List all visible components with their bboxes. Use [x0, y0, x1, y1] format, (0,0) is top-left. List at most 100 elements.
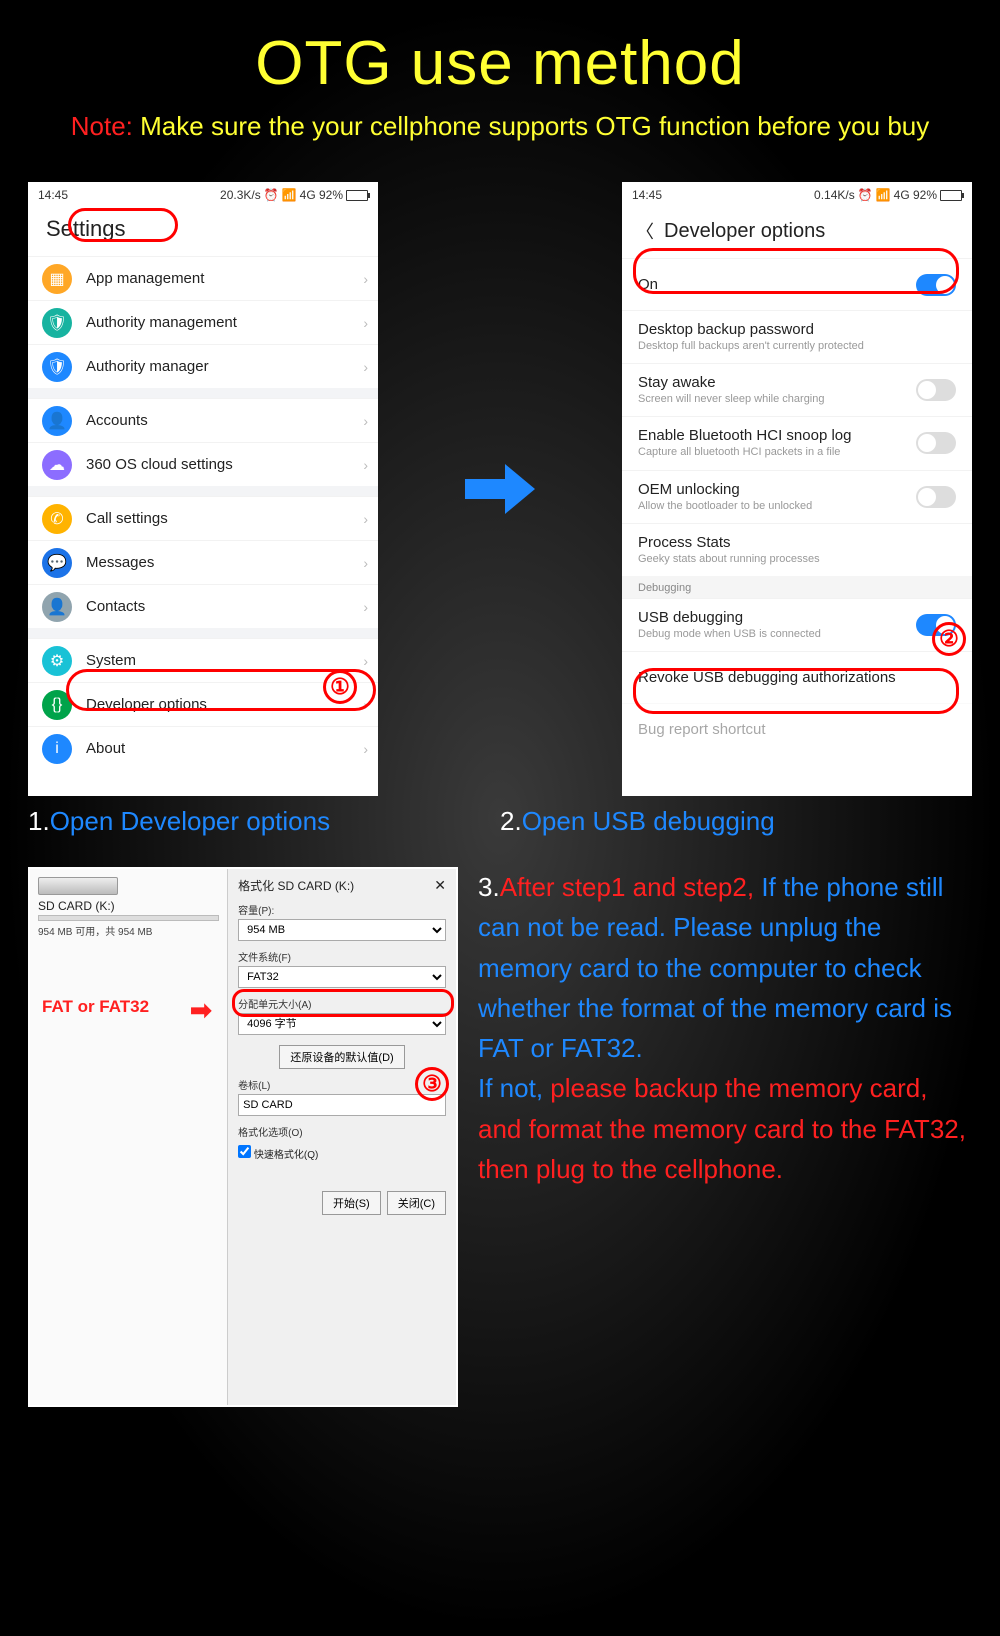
note-label: Note:: [71, 111, 133, 141]
net-badge: 4G 92%: [894, 188, 937, 202]
chevron-icon: ›: [363, 555, 368, 571]
row-label: System: [86, 652, 363, 669]
list-item[interactable]: 🛡 Authority management›: [28, 300, 378, 344]
dialog-title: 格式化 SD CARD (K:): [238, 877, 446, 894]
list-item[interactable]: 👤 Contacts›: [28, 584, 378, 628]
battery-icon: [346, 190, 368, 201]
row-icon: 👤: [42, 592, 72, 622]
au-select[interactable]: 4096 字节: [238, 1013, 446, 1035]
status-bar: 14:45 20.3K/s ⏰ 📶 4G 92%: [28, 182, 378, 208]
list-item[interactable]: ☁360 OS cloud settings›: [28, 442, 378, 486]
dev-label: Stay awake: [638, 374, 916, 391]
net-speed: 0.14K/s: [814, 188, 855, 202]
list-item[interactable]: 💬Messages›: [28, 540, 378, 584]
list-item[interactable]: iAbout›: [28, 726, 378, 770]
chevron-icon: ›: [363, 271, 368, 287]
opts-label: 格式化选项(O): [238, 1124, 446, 1139]
capacity-select[interactable]: 954 MB: [238, 919, 446, 941]
row-icon: ⚙: [42, 646, 72, 676]
list-item[interactable]: ▦App management›: [28, 256, 378, 300]
row-label: Authority manager: [86, 358, 363, 375]
developer-screenshot: 14:45 0.14K/s ⏰ 📶 4G 92% 〈 Developer opt…: [622, 182, 972, 796]
dev-label: Revoke USB debugging authorizations: [638, 669, 956, 686]
dev-item[interactable]: Bug report shortcut: [622, 703, 972, 755]
drive-sub: 954 MB 可用，共 954 MB: [38, 923, 219, 938]
dev-item[interactable]: On: [622, 258, 972, 310]
dev-label: Enable Bluetooth HCI snoop log: [638, 427, 916, 444]
toggle[interactable]: [916, 274, 956, 296]
arrow-icon: ➡: [190, 995, 212, 1026]
toggle[interactable]: [916, 614, 956, 636]
row-icon: ☁: [42, 450, 72, 480]
signal-icon: 📶: [876, 188, 891, 202]
dev-header: Developer options: [664, 220, 825, 243]
dev-item[interactable]: Desktop backup password Desktop full back…: [622, 310, 972, 363]
dev-sub: Debug mode when USB is connected: [638, 628, 916, 641]
settings-screenshot: 14:45 20.3K/s ⏰ 📶 4G 92% Settings ▦App m…: [28, 182, 378, 796]
row-label: About: [86, 740, 363, 757]
list-item[interactable]: ✆ Call settings›: [28, 496, 378, 540]
dev-item[interactable]: Process StatsGeeky stats about running p…: [622, 523, 972, 576]
page-title: OTG use method: [0, 0, 1000, 99]
list-item[interactable]: 👤 Accounts›: [28, 398, 378, 442]
dev-label: Desktop backup password: [638, 321, 956, 338]
back-icon: 〈: [636, 218, 654, 244]
row-icon: {}: [42, 690, 72, 720]
settings-header: Settings: [28, 208, 378, 256]
drive-icon: [38, 877, 118, 895]
dev-item[interactable]: OEM unlocking Allow the bootloader to be …: [622, 470, 972, 523]
fs-label: 文件系统(F): [238, 949, 446, 964]
status-bar: 14:45 0.14K/s ⏰ 📶 4G 92%: [622, 182, 972, 208]
close-button[interactable]: 关闭(C): [387, 1191, 446, 1215]
dev-sub: Desktop full backups aren't currently pr…: [638, 340, 956, 353]
format-screenshot: SD CARD (K:) 954 MB 可用，共 954 MB ✕ 格式化 SD…: [28, 867, 458, 1407]
note-text: Make sure the your cellphone supports OT…: [140, 111, 929, 141]
row-label: Developer options: [86, 696, 363, 713]
caption-2: 2.Open USB debugging: [500, 806, 972, 837]
row-label: Call settings: [86, 510, 363, 527]
net-badge: 4G 92%: [300, 188, 343, 202]
note-line: Note: Make sure the your cellphone suppo…: [0, 111, 1000, 142]
chevron-icon: ›: [363, 697, 368, 713]
row-label: 360 OS cloud settings: [86, 456, 363, 473]
dev-sub: Allow the bootloader to be unlocked: [638, 500, 916, 513]
list-item[interactable]: {} Developer options›: [28, 682, 378, 726]
list-item[interactable]: 🛡Authority manager›: [28, 344, 378, 388]
row-label: Contacts: [86, 598, 363, 615]
row-icon: 👤: [42, 406, 72, 436]
dev-label: Bug report shortcut: [638, 721, 956, 738]
dev-item[interactable]: Revoke USB debugging authorizations: [622, 651, 972, 703]
chevron-icon: ›: [363, 741, 368, 757]
row-label: Authority management: [86, 314, 363, 331]
right-arrow-icon: [460, 459, 540, 519]
row-label: Accounts: [86, 412, 363, 429]
back-row[interactable]: 〈 Developer options: [622, 208, 972, 258]
close-icon[interactable]: ✕: [434, 877, 446, 894]
row-icon: 💬: [42, 548, 72, 578]
signal-icon: 📶: [282, 188, 297, 202]
toggle[interactable]: [916, 432, 956, 454]
list-item[interactable]: ⚙System›: [28, 638, 378, 682]
chevron-icon: ›: [363, 511, 368, 527]
restore-button[interactable]: 还原设备的默认值(D): [279, 1045, 404, 1069]
toggle[interactable]: [916, 486, 956, 508]
fs-select[interactable]: FAT32: [238, 966, 446, 988]
chevron-icon: ›: [363, 413, 368, 429]
dev-label: OEM unlocking: [638, 481, 916, 498]
vol-input[interactable]: [238, 1094, 446, 1116]
dev-item[interactable]: Stay awakeScreen will never sleep while …: [622, 363, 972, 416]
chevron-icon: ›: [363, 599, 368, 615]
toggle[interactable]: [916, 379, 956, 401]
chevron-icon: ›: [363, 315, 368, 331]
quick-checkbox[interactable]: [238, 1145, 251, 1158]
dev-item[interactable]: Enable Bluetooth HCI snoop logCapture al…: [622, 416, 972, 469]
row-icon: ✆: [42, 504, 72, 534]
vol-label: 卷标(L): [238, 1077, 446, 1092]
alarm-icon: ⏰: [264, 188, 279, 202]
drive-title: SD CARD (K:): [38, 899, 219, 913]
row-icon: 🛡: [42, 308, 72, 338]
dev-item[interactable]: USB debuggingDebug mode when USB is conn…: [622, 598, 972, 651]
row-icon: ▦: [42, 264, 72, 294]
clock: 14:45: [632, 188, 662, 202]
start-button[interactable]: 开始(S): [322, 1191, 381, 1215]
